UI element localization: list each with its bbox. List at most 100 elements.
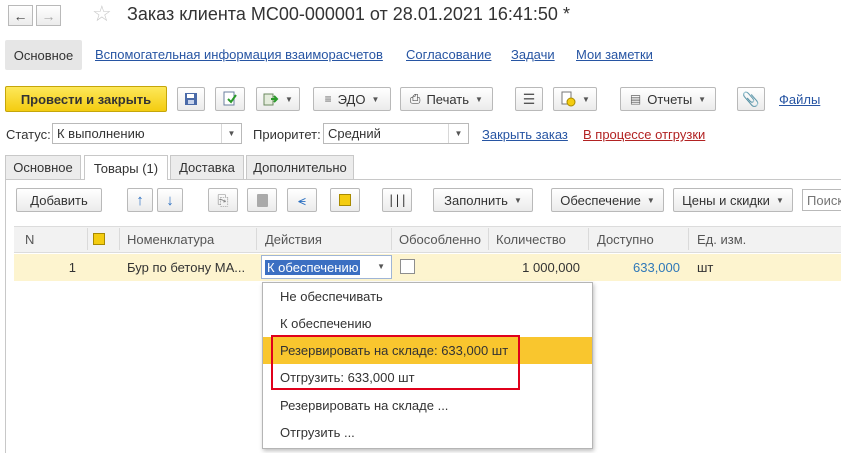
forward-button[interactable]: →	[36, 5, 61, 26]
col-separate[interactable]: Обособленно	[399, 228, 481, 250]
printer-icon: ⎙	[410, 91, 421, 106]
col-actions[interactable]: Действия	[265, 228, 322, 250]
tab-additional[interactable]: Дополнительно	[246, 155, 354, 179]
paste-icon	[256, 193, 268, 207]
list-icon: ☰	[522, 90, 536, 107]
highlight-callout	[271, 335, 520, 390]
page-title: Заказ клиента МС00-000001 от 28.01.2021 …	[127, 4, 570, 24]
structure-button[interactable]: ☰	[515, 87, 543, 111]
col-n[interactable]: N	[25, 228, 34, 250]
move-up-button[interactable]: ↑	[127, 188, 153, 212]
priority-value: Средний	[328, 126, 381, 141]
tab-main[interactable]: Основное	[5, 155, 81, 179]
col-item[interactable]: Номенклатура	[127, 228, 214, 250]
col-package[interactable]	[93, 228, 105, 250]
barcode-icon: |||	[387, 193, 408, 207]
fill-button[interactable]: Заполнить ▼	[433, 188, 533, 212]
col-unit[interactable]: Ед. изм.	[697, 228, 746, 250]
post-document-icon	[223, 91, 237, 106]
col-separator	[256, 228, 257, 250]
files-link[interactable]: Файлы	[779, 92, 820, 107]
post-button[interactable]	[215, 87, 245, 111]
reports-label: Отчеты	[647, 91, 693, 107]
arrow-down-icon: ↓	[166, 191, 174, 209]
arrow-up-icon: ↑	[136, 191, 144, 209]
related-docs-button[interactable]: ▼	[553, 87, 597, 111]
search-input[interactable]	[802, 189, 841, 211]
close-order-link[interactable]: Закрыть заказ	[482, 127, 568, 142]
provision-label: Обеспечение	[560, 192, 641, 208]
add-button[interactable]: Добавить	[16, 188, 102, 212]
col-separator	[391, 228, 392, 250]
edo-icon: ≡	[324, 92, 332, 106]
print-label: Печать	[426, 91, 470, 107]
tab-goods[interactable]: Товары (1)	[84, 155, 168, 180]
col-quantity[interactable]: Количество	[496, 228, 566, 250]
prices-label: Цены и скидки	[682, 192, 770, 208]
chevron-down-icon: ▼	[475, 94, 483, 104]
priority-field[interactable]: Средний ▼	[323, 123, 469, 144]
attach-button[interactable]: 📎	[737, 87, 765, 111]
col-available[interactable]: Доступно	[597, 228, 654, 250]
col-separator	[87, 228, 88, 250]
row-available[interactable]: 633,000	[590, 256, 680, 278]
menu-item-reserve[interactable]: Резервировать на складе ...	[263, 392, 592, 419]
menu-item-ship[interactable]: Отгрузить ...	[263, 419, 592, 446]
arrow-left-icon: ←	[13, 7, 28, 24]
row-item[interactable]: Бур по бетону МА...	[127, 256, 245, 278]
floppy-icon	[185, 93, 197, 105]
topnav-notes[interactable]: Мои заметки	[576, 47, 653, 62]
chevron-down-icon: ▼	[513, 195, 522, 205]
provision-button[interactable]: Обеспечение ▼	[551, 188, 664, 212]
package-icon	[339, 194, 351, 206]
reports-button[interactable]: ▤ Отчеты ▼	[620, 87, 716, 111]
edo-label: ЭДО	[337, 91, 366, 107]
menu-item-no-provision[interactable]: Не обеспечивать	[263, 283, 592, 310]
chevron-down-icon[interactable]: ▼	[377, 262, 385, 271]
copy-button[interactable]: ⎘	[208, 188, 238, 212]
barcode-button[interactable]: |||	[382, 188, 412, 212]
back-button[interactable]: ←	[8, 5, 33, 26]
menu-item-to-provision[interactable]: К обеспечению	[263, 310, 592, 337]
topnav-settlements[interactable]: Вспомогательная информация взаиморасчето…	[95, 47, 383, 62]
col-separator	[688, 228, 689, 250]
topnav-approval[interactable]: Согласование	[406, 47, 491, 62]
status-label: Статус:	[6, 127, 51, 142]
chevron-down-icon[interactable]: ▼	[221, 124, 241, 143]
priority-label: Приоритет:	[253, 127, 321, 142]
split-button[interactable]: ⪪	[287, 188, 317, 212]
arrow-right-icon: →	[41, 7, 56, 24]
status-field[interactable]: К выполнению ▼	[52, 123, 242, 144]
chevron-down-icon[interactable]: ▼	[448, 124, 468, 143]
package-icon	[93, 233, 105, 245]
topnav-main[interactable]: Основное	[5, 40, 82, 70]
prices-discounts-button[interactable]: Цены и скидки ▼	[673, 188, 793, 212]
col-separator	[119, 228, 120, 250]
tab-delivery[interactable]: Доставка	[170, 155, 244, 179]
print-button[interactable]: ⎙ Печать ▼	[400, 87, 493, 111]
action-combobox[interactable]: К обеспечению ▼	[261, 255, 392, 279]
row-number: 1	[68, 259, 76, 275]
document-clock-icon	[561, 91, 576, 107]
chevron-down-icon: ▼	[646, 195, 655, 205]
chevron-down-icon: ▼	[582, 94, 590, 104]
star-icon[interactable]: ☆	[92, 1, 112, 27]
status-value: К выполнению	[57, 126, 145, 141]
save-button[interactable]	[177, 87, 205, 111]
report-icon: ▤	[629, 92, 642, 106]
paste-button[interactable]	[247, 188, 277, 212]
create-based-on-button[interactable]: ▼	[256, 87, 300, 111]
topnav-tasks[interactable]: Задачи	[511, 47, 555, 62]
package-button[interactable]	[330, 188, 360, 212]
col-separator	[488, 228, 489, 250]
move-down-button[interactable]: ↓	[157, 188, 183, 212]
separate-checkbox[interactable]	[400, 259, 415, 274]
row-quantity: 1 000,000	[522, 259, 580, 275]
chevron-down-icon: ▼	[775, 195, 784, 205]
share-icon: ⪪	[298, 191, 306, 208]
shipping-status-link[interactable]: В процессе отгрузки	[583, 127, 705, 142]
edo-button[interactable]: ≡ ЭДО ▼	[313, 87, 391, 111]
post-and-close-button[interactable]: Провести и закрыть	[5, 86, 167, 112]
chevron-down-icon: ▼	[698, 94, 707, 104]
col-separator	[588, 228, 589, 250]
